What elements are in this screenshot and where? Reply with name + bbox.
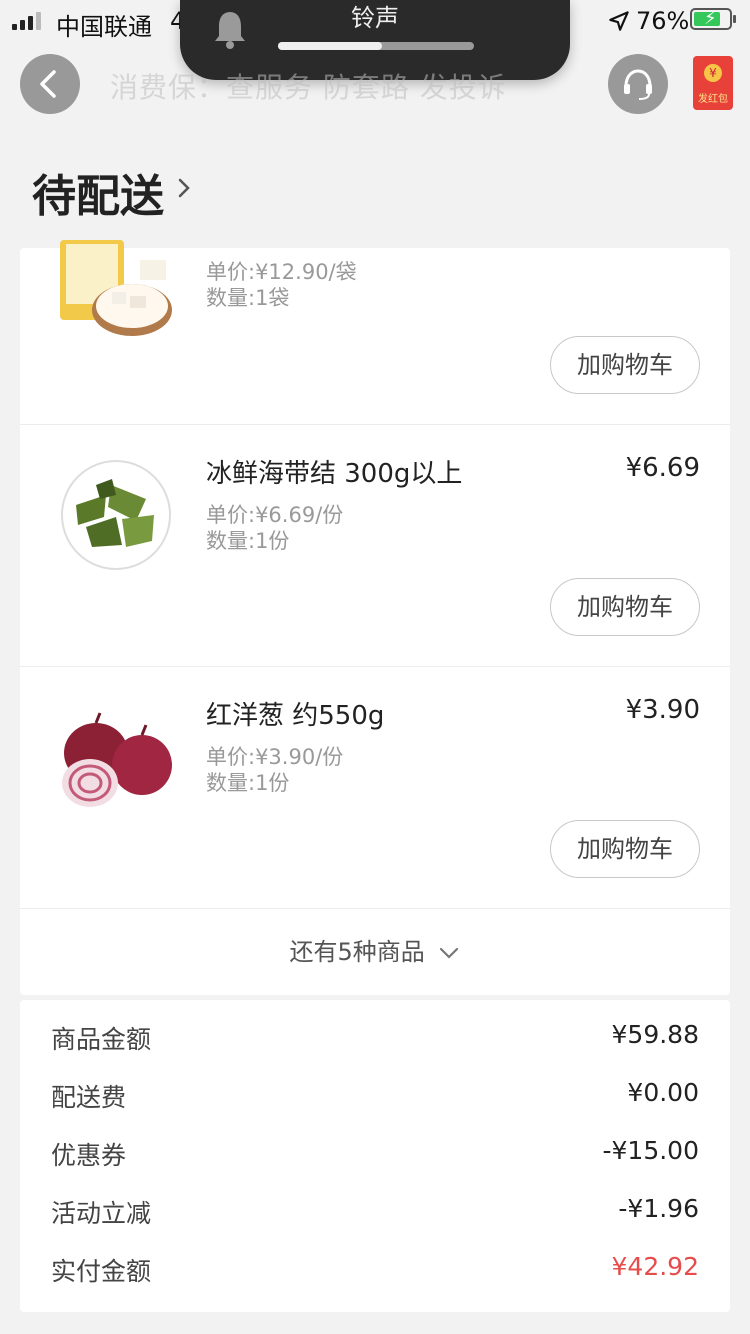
ringer-volume-fill bbox=[278, 42, 382, 50]
add-to-cart-button[interactable]: 加购物车 bbox=[550, 336, 700, 394]
goods-amount-label: 商品金额 bbox=[51, 1025, 152, 1054]
chevron-right-icon[interactable] bbox=[176, 176, 192, 200]
page-title[interactable]: 待配送 bbox=[32, 160, 164, 224]
ringer-volume-slider[interactable] bbox=[278, 42, 474, 50]
product-price: ¥6.69 bbox=[625, 453, 700, 483]
paid-amount-value: ¥42.92 bbox=[611, 1252, 699, 1281]
add-to-cart-button[interactable]: 加购物车 bbox=[550, 578, 700, 636]
summary-row-delivery-fee: 配送费 ¥0.00 bbox=[20, 1066, 730, 1124]
product-name[interactable]: 红洋葱 约550g bbox=[206, 695, 384, 732]
headset-icon bbox=[624, 69, 652, 100]
product-image bbox=[62, 712, 172, 807]
quantity: 数量:1袋 bbox=[206, 286, 290, 310]
product-price: ¥3.90 bbox=[625, 695, 700, 725]
product-list-card: 单价:¥12.90/袋 数量:1袋 加购物车 冰鲜海带结 300g以上 ¥6.6… bbox=[20, 240, 730, 995]
summary-row-paid-amount: 实付金额 ¥42.92 bbox=[20, 1240, 730, 1298]
product-name[interactable]: 冰鲜海带结 300g以上 bbox=[206, 453, 462, 490]
paid-amount-label: 实付金额 bbox=[51, 1257, 152, 1286]
customer-service-button[interactable] bbox=[608, 54, 668, 114]
delivery-fee-label: 配送费 bbox=[51, 1083, 127, 1112]
signal-icon bbox=[12, 12, 41, 30]
battery-icon: ⚡ bbox=[690, 8, 736, 30]
product-image bbox=[60, 240, 172, 336]
show-more-items-button[interactable]: 还有5种商品 bbox=[20, 909, 730, 995]
quantity: 数量:1份 bbox=[206, 771, 290, 795]
battery-percent: 76% bbox=[636, 7, 690, 35]
summary-row-coupon: 优惠券 -¥15.00 bbox=[20, 1124, 730, 1182]
quantity: 数量:1份 bbox=[206, 529, 290, 553]
product-item: 冰鲜海带结 300g以上 ¥6.69 单价:¥6.69/份 数量:1份 加购物车 bbox=[20, 425, 730, 667]
delivery-fee-value: ¥0.00 bbox=[627, 1078, 699, 1107]
price-summary: 商品金额 ¥59.88 配送费 ¥0.00 优惠券 -¥15.00 活动立减 -… bbox=[20, 1000, 730, 1312]
summary-row-discount: 活动立减 -¥1.96 bbox=[20, 1182, 730, 1240]
discount-value: -¥1.96 bbox=[618, 1194, 699, 1223]
goods-amount-value: ¥59.88 bbox=[611, 1020, 699, 1049]
carrier-label: 中国联通 bbox=[56, 13, 152, 41]
watermark: 消费保：查服务 防套路 发投诉 bbox=[110, 71, 507, 104]
back-button[interactable] bbox=[20, 54, 80, 114]
summary-row-goods-amount: 商品金额 ¥59.88 bbox=[20, 1008, 730, 1066]
product-item: 红洋葱 约550g ¥3.90 单价:¥3.90/份 数量:1份 加购物车 bbox=[20, 667, 730, 909]
coin-icon: ¥ bbox=[704, 64, 722, 82]
ringer-label: 铃声 bbox=[351, 4, 399, 32]
product-item: 单价:¥12.90/袋 数量:1袋 加购物车 bbox=[20, 240, 730, 425]
coupon-label: 优惠券 bbox=[51, 1141, 127, 1170]
red-packet-label: 发红包 bbox=[698, 94, 728, 105]
show-more-label: 还有5种商品 bbox=[289, 938, 425, 966]
location-arrow-icon bbox=[609, 11, 629, 31]
coupon-value: -¥15.00 bbox=[602, 1136, 700, 1165]
product-image bbox=[61, 460, 171, 570]
charging-bolt-icon: ⚡ bbox=[704, 8, 717, 29]
red-packet-button[interactable]: ¥ 发红包 bbox=[693, 56, 733, 110]
discount-label: 活动立减 bbox=[51, 1199, 152, 1228]
chevron-left-icon bbox=[40, 70, 56, 98]
add-to-cart-button[interactable]: 加购物车 bbox=[550, 820, 700, 878]
chevron-down-icon bbox=[440, 947, 459, 959]
